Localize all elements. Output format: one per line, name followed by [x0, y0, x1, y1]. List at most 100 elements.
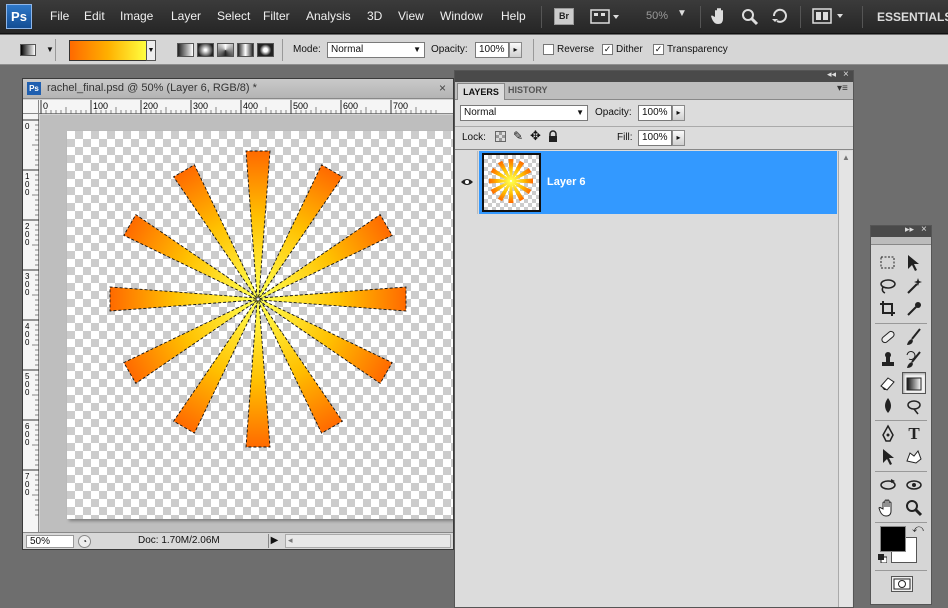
close-icon[interactable]: ×	[843, 69, 849, 80]
blend-mode-select[interactable]: Normal ▼	[460, 105, 588, 121]
menu-layer[interactable]: Layer	[171, 9, 201, 23]
gradient-tool-icon[interactable]	[902, 372, 926, 394]
gradient-editor-swatch[interactable]	[69, 40, 147, 61]
toolbox-header[interactable]: ▸▸ ×	[871, 224, 931, 237]
view-extras-button[interactable]	[590, 8, 620, 25]
menu-window[interactable]: Window	[440, 9, 483, 23]
tool-preset-picker[interactable]: ▼	[8, 39, 56, 61]
lock-all-icon[interactable]	[548, 130, 558, 142]
brush-tool-icon[interactable]	[902, 326, 926, 348]
lock-position-icon[interactable]: ✥	[530, 128, 541, 144]
lasso-tool-icon[interactable]	[876, 275, 900, 297]
layer-opacity-input[interactable]: 100%	[638, 105, 672, 121]
opacity-input[interactable]: 100%	[475, 42, 509, 58]
type-tool-icon[interactable]: T	[902, 423, 926, 445]
starburst-ray	[259, 286, 407, 312]
starburst-artwork	[109, 150, 407, 448]
menu-3d[interactable]: 3D	[367, 9, 382, 23]
history-brush-tool-icon[interactable]	[902, 349, 926, 371]
hand-icon[interactable]	[710, 6, 730, 26]
menu-analysis[interactable]: Analysis	[306, 9, 351, 23]
expand-icon[interactable]: ▸▸	[905, 224, 914, 235]
3d-rotate-tool-icon[interactable]	[876, 474, 900, 496]
path-selection-tool-icon[interactable]	[876, 446, 900, 468]
workspace-switcher[interactable]: ESSENTIALS	[877, 10, 948, 24]
menu-help[interactable]: Help	[501, 9, 526, 23]
blend-mode-value: Normal	[464, 107, 497, 118]
ruler-origin[interactable]	[23, 100, 39, 114]
layer-opacity-slider-button[interactable]: ▸	[672, 105, 685, 121]
zoom-tool-icon[interactable]	[902, 497, 926, 519]
default-colors-icon[interactable]	[878, 554, 888, 564]
transparent-canvas[interactable]	[67, 131, 453, 519]
collapse-icon[interactable]: ◂◂	[827, 69, 836, 80]
status-zoom-field[interactable]: 50%	[26, 535, 74, 548]
zoom-icon[interactable]	[740, 7, 760, 27]
menu-edit[interactable]: Edit	[84, 9, 105, 23]
visibility-toggle[interactable]	[456, 151, 478, 214]
bridge-button[interactable]: Br	[554, 8, 574, 25]
close-icon[interactable]: ×	[921, 224, 927, 235]
fill-slider-button[interactable]: ▸	[672, 130, 685, 146]
move-tool-icon[interactable]	[902, 252, 926, 274]
foreground-color-swatch[interactable]	[880, 526, 906, 552]
mode-select[interactable]: Normal ▼	[327, 42, 425, 58]
quick-mask-button[interactable]	[891, 576, 913, 592]
pen-tool-icon[interactable]	[876, 423, 900, 445]
layer-row[interactable]: Layer 6	[479, 151, 837, 214]
close-icon[interactable]: ×	[439, 81, 446, 95]
document-title-bar[interactable]: Ps rachel_final.psd @ 50% (Layer 6, RGB/…	[23, 79, 453, 99]
eraser-tool-icon[interactable]	[876, 372, 900, 394]
scroll-up-icon[interactable]: ▲	[842, 153, 850, 162]
clone-stamp-tool-icon[interactable]	[876, 349, 900, 371]
tab-history[interactable]: HISTORY	[508, 85, 548, 95]
magic-wand-tool-icon[interactable]	[902, 275, 926, 297]
gradient-picker-arrow[interactable]: ▼	[146, 40, 156, 61]
lock-pixels-icon[interactable]: ✎	[513, 129, 523, 143]
status-options-icon[interactable]: ◔	[78, 535, 91, 548]
zoom-level[interactable]: 50%	[646, 10, 668, 22]
hand-tool-icon[interactable]	[876, 497, 900, 519]
toolbox-grip[interactable]	[871, 237, 931, 245]
menu-select[interactable]: Select	[217, 9, 250, 23]
angle-gradient-button[interactable]	[217, 43, 234, 57]
lock-transparent-icon[interactable]	[495, 131, 506, 142]
opacity-slider-button[interactable]: ▸	[509, 42, 522, 58]
horizontal-scrollbar[interactable]: ◂	[285, 534, 451, 548]
healing-brush-tool-icon[interactable]	[876, 326, 900, 348]
chevron-down-icon[interactable]: ▼	[677, 8, 687, 19]
status-menu-arrow[interactable]: ▶	[268, 534, 280, 548]
dither-checkbox[interactable]: ✓	[602, 44, 613, 55]
diamond-gradient-button[interactable]	[257, 43, 274, 57]
radial-gradient-button[interactable]	[197, 43, 214, 57]
linear-gradient-button[interactable]	[177, 43, 194, 57]
ruler-label: 0	[25, 338, 30, 347]
gradient-tool-icon	[20, 44, 36, 56]
menu-image[interactable]: Image	[120, 9, 153, 23]
eyedropper-tool-icon[interactable]	[902, 298, 926, 320]
menu-view[interactable]: View	[398, 9, 424, 23]
reverse-checkbox[interactable]	[543, 44, 554, 55]
arrange-documents-button[interactable]	[812, 8, 852, 25]
menu-file[interactable]: File	[50, 9, 69, 23]
fill-input[interactable]: 100%	[638, 130, 672, 146]
layers-scrollbar[interactable]: ▲	[838, 151, 852, 607]
photoshop-logo: Ps	[6, 4, 32, 29]
panel-menu-icon[interactable]: ▾≡	[837, 83, 848, 94]
ruler-label: 0	[25, 122, 30, 131]
starburst-ray	[109, 286, 257, 312]
menu-filter[interactable]: Filter	[263, 9, 290, 23]
marquee-tool-icon[interactable]	[876, 252, 900, 274]
tab-layers[interactable]: LAYERS	[457, 83, 505, 100]
rotate-view-icon[interactable]	[770, 6, 790, 26]
3d-orbit-tool-icon[interactable]	[902, 474, 926, 496]
dodge-tool-icon[interactable]	[902, 395, 926, 417]
crop-tool-icon[interactable]	[876, 298, 900, 320]
blur-tool-icon[interactable]	[876, 395, 900, 417]
transparency-checkbox[interactable]: ✓	[653, 44, 664, 55]
scroll-left-icon[interactable]: ◂	[288, 535, 293, 546]
canvas-area[interactable]	[40, 115, 453, 534]
custom-shape-tool-icon[interactable]	[902, 446, 926, 468]
swap-colors-icon[interactable]: ⤺	[912, 523, 924, 536]
reflected-gradient-button[interactable]	[237, 43, 254, 57]
